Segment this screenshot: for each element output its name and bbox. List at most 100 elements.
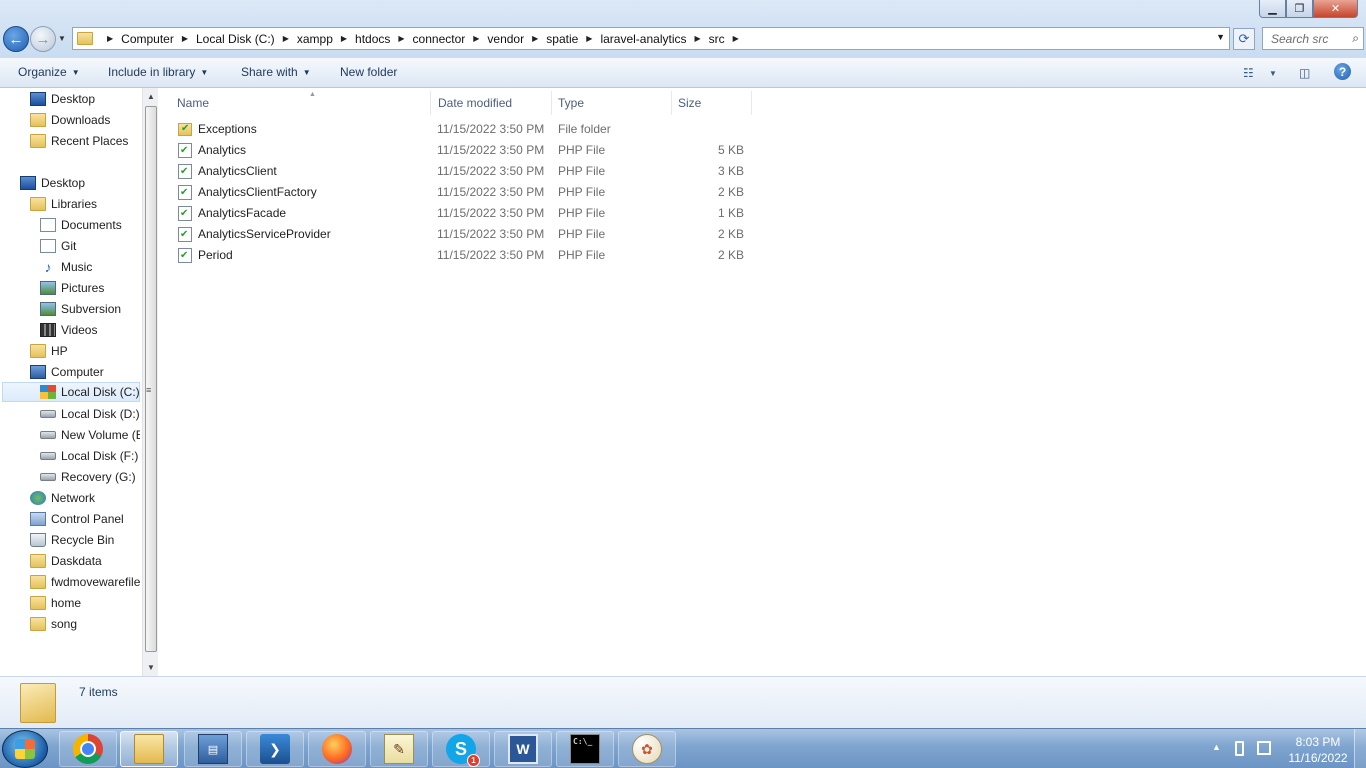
close-button[interactable]: ✕ [1313,0,1358,18]
breadcrumb-item[interactable]: connector [413,32,466,46]
search-icon[interactable]: ⌕ [1352,31,1359,46]
minimize-button[interactable]: ▁ [1259,0,1286,18]
chevron-right-icon[interactable]: ▶ [532,34,538,43]
taskbar-network-connection[interactable]: ▤ [184,731,242,767]
search-input[interactable]: Search src ⌕ [1262,27,1364,50]
column-header-type[interactable]: Type [552,91,672,115]
address-bar[interactable]: ▶ Computer ▶ Local Disk (C:) ▶ xampp ▶ h… [72,27,1230,50]
column-header-name[interactable]: Name ▲ [171,91,431,115]
chevron-right-icon[interactable]: ▶ [695,34,701,43]
sidebar-item-recent-places[interactable]: Recent Places [30,131,128,151]
address-dropdown-icon[interactable]: ▼ [1216,32,1225,42]
taskbar-cmd[interactable]: C:\_ [556,731,614,767]
column-header-date-modified[interactable]: Date modified [432,91,552,115]
network-status-icon[interactable] [1257,741,1271,755]
sidebar-item-videos[interactable]: Videos [40,320,97,340]
taskbar-windows-explorer[interactable] [120,731,178,767]
sidebar-item-daskdata[interactable]: Daskdata [30,551,102,571]
file-row[interactable]: AnalyticsClientFactory 11/15/2022 3:50 P… [175,182,755,203]
recent-pages-dropdown-icon[interactable]: ▼ [58,34,66,43]
forward-button[interactable]: → [30,26,56,52]
view-options-icon[interactable]: ☷ [1243,66,1254,80]
sidebar-item-local-disk-c[interactable]: Local Disk (C:) [2,382,140,402]
sidebar-item-label: Recent Places [51,134,129,148]
chevron-right-icon[interactable]: ▶ [341,34,347,43]
back-button[interactable]: ← [3,26,29,52]
taskbar-notepad[interactable]: ✎ [370,731,428,767]
show-hidden-icons-icon[interactable]: ▲ [1212,742,1221,752]
maximize-button[interactable]: ❐ [1286,0,1313,18]
clock[interactable]: 8:03 PM 11/16/2022 [1285,734,1351,766]
file-row[interactable]: AnalyticsClient 11/15/2022 3:50 PM PHP F… [175,161,755,182]
chevron-right-icon[interactable]: ▶ [283,34,289,43]
taskbar-powershell[interactable]: ❯ [246,731,304,767]
scrollbar-thumb[interactable] [145,106,157,652]
sidebar-item-recycle-bin[interactable]: Recycle Bin [30,530,114,550]
chevron-right-icon[interactable]: ▶ [107,34,113,43]
taskbar-skype[interactable]: S1 [432,731,490,767]
sidebar-item-git[interactable]: Git [40,236,76,256]
sidebar-item-local-disk-f[interactable]: Local Disk (F:) [40,446,138,466]
item-count: 7 items [79,685,118,699]
chevron-right-icon[interactable]: ▶ [733,34,739,43]
new-folder-button[interactable]: New folder [340,65,397,79]
file-row[interactable]: Period 11/15/2022 3:50 PM PHP File 2 KB [175,245,755,266]
chevron-right-icon[interactable]: ▶ [182,34,188,43]
search-placeholder: Search src [1271,31,1329,46]
taskbar-paint[interactable]: ✿ [618,731,676,767]
preview-pane-icon[interactable]: ◫ [1299,66,1310,80]
refresh-button[interactable]: ⟳ [1233,28,1255,50]
battery-icon[interactable] [1235,741,1244,756]
sidebar-item-label: Recovery (G:) [61,470,136,484]
show-desktop-button[interactable] [1354,729,1366,768]
sidebar-item-new-volume-e[interactable]: New Volume (E [40,425,140,445]
scroll-down-icon[interactable]: ▼ [147,663,155,672]
sidebar-item-desktop[interactable]: Desktop [30,89,95,109]
sidebar-item-pictures[interactable]: Pictures [40,278,104,298]
sidebar-item-hp[interactable]: HP [30,341,68,361]
view-dropdown-icon[interactable]: ▼ [1269,69,1277,78]
sidebar-item-home[interactable]: home [30,593,81,613]
share-with-button[interactable]: Share with ▼ [241,65,311,79]
sidebar-item-computer[interactable]: Computer [30,362,104,382]
breadcrumb-item[interactable]: src [709,32,725,46]
sidebar-item-documents[interactable]: Documents [40,215,122,235]
file-row[interactable]: Exceptions 11/15/2022 3:50 PM File folde… [175,119,755,140]
git-icon [40,239,56,253]
include-in-library-button[interactable]: Include in library ▼ [108,65,208,79]
help-button[interactable]: ? [1334,63,1351,80]
file-row[interactable]: AnalyticsServiceProvider 11/15/2022 3:50… [175,224,755,245]
breadcrumb-item[interactable]: Computer [121,32,174,46]
taskbar-chrome[interactable] [59,731,117,767]
chevron-right-icon[interactable]: ▶ [473,34,479,43]
sidebar-item-desktop-root[interactable]: Desktop [20,173,85,193]
breadcrumb-item[interactable]: Local Disk (C:) [196,32,275,46]
sidebar-item-network[interactable]: Network [30,488,95,508]
taskbar-firefox[interactable] [308,731,366,767]
chevron-right-icon[interactable]: ▶ [398,34,404,43]
navigation-scrollbar[interactable]: ▲ ≡ ▼ [142,88,158,676]
sidebar-item-subversion[interactable]: Subversion [40,299,121,319]
sidebar-item-song[interactable]: song [30,614,77,634]
sidebar-item-music[interactable]: ♪ Music [40,257,93,277]
organize-button[interactable]: Organize ▼ [18,65,80,79]
sidebar-item-control-panel[interactable]: Control Panel [30,509,124,529]
breadcrumb-item[interactable]: htdocs [355,32,390,46]
breadcrumb-item[interactable]: spatie [546,32,578,46]
sidebar-item-libraries[interactable]: Libraries [30,194,97,214]
scroll-up-icon[interactable]: ▲ [147,92,155,101]
column-header-size[interactable]: Size [672,91,752,115]
breadcrumb-item[interactable]: vendor [487,32,524,46]
taskbar-word[interactable]: W [494,731,552,767]
breadcrumb-item[interactable]: laravel-analytics [600,32,686,46]
sidebar-item-local-disk-d[interactable]: Local Disk (D:) [40,404,140,424]
clock-time: 8:03 PM [1295,735,1341,749]
file-row[interactable]: Analytics 11/15/2022 3:50 PM PHP File 5 … [175,140,755,161]
file-row[interactable]: AnalyticsFacade 11/15/2022 3:50 PM PHP F… [175,203,755,224]
start-button[interactable] [2,730,48,768]
breadcrumb-item[interactable]: xampp [297,32,333,46]
sidebar-item-downloads[interactable]: Downloads [30,110,110,130]
sidebar-item-fwdmovewarefile[interactable]: fwdmovewarefile [30,572,142,592]
sidebar-item-recovery-g[interactable]: Recovery (G:) [40,467,136,487]
chevron-right-icon[interactable]: ▶ [586,34,592,43]
